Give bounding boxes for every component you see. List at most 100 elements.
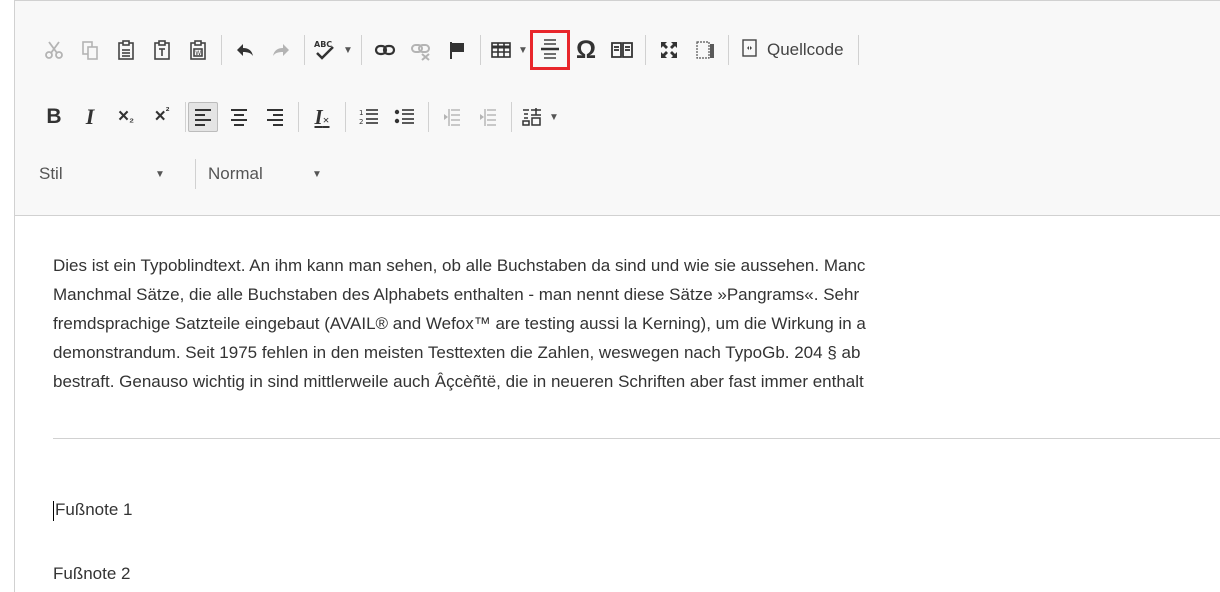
toolbar-separator [728,35,729,65]
align-left-button[interactable] [188,102,218,132]
svg-text:1: 1 [359,109,363,117]
body-text-line: demonstrandum. Seit 1975 fehlen in den m… [53,343,861,362]
outdent-icon [442,107,462,127]
remove-format-mark: × [322,112,330,127]
toolbar-separator [511,102,512,132]
toolbar-separator [645,35,646,65]
book-button[interactable] [607,35,637,65]
numbered-list-button[interactable]: 12 [354,102,384,132]
scissors-icon [43,39,65,61]
unlink-icon [410,39,432,61]
horizontal-line-icon [539,37,561,63]
paste-word-button[interactable]: W [183,35,213,65]
link-button[interactable] [370,35,400,65]
footnote-1-text: Fußnote 1 [55,500,133,519]
spellcheck-icon: ABC [313,38,337,62]
align-center-icon [229,107,249,127]
subscript-icon: ×₂ [118,106,134,128]
body-text-line: Manchmal Sätze, die alle Buchstaben des … [53,285,860,304]
source-code-icon [741,38,759,62]
footnote-2[interactable]: Fußnote 2 [53,564,131,584]
rich-text-editor: W ABC ▼ ▼ Ω Quellcode B I ×₂ ×² I× 1 2 ▼… [14,0,1220,592]
toolbar-row-styles: Stil ▼ Normal ▼ [39,155,348,193]
paste-icon [115,39,137,61]
source-code-label: Quellcode [767,40,844,59]
superscript-icon: ×² [155,106,170,128]
text-cursor [53,500,54,521]
undo-button[interactable] [230,35,260,65]
maximize-button[interactable] [654,35,684,65]
subscript-button[interactable]: ×₂ [111,102,141,132]
toolbar-separator [345,102,346,132]
chevron-down-icon: ▼ [549,111,559,123]
toolbar-separator [857,35,859,65]
anchor-button[interactable] [442,35,472,65]
source-code-button[interactable]: Quellcode [737,38,848,62]
style-dropdown-label: Stil [39,164,63,183]
paste-text-icon [151,39,173,61]
italic-label: I [85,104,95,129]
bulleted-list-button[interactable] [390,102,420,132]
bulleted-list-icon [394,107,416,127]
spellcheck-abc-text: ABC [314,40,332,49]
subscript-mark: ₂ [129,113,134,125]
redo-button[interactable] [266,35,296,65]
language-icon [521,106,543,128]
footnote-1[interactable]: Fußnote 1 [53,500,133,521]
chevron-down-icon: ▼ [312,168,322,180]
toolbar-separator [304,35,305,65]
svg-text:2: 2 [359,118,363,126]
indent-button[interactable] [473,102,503,132]
remove-format-icon: I× [314,105,329,130]
indent-icon [478,107,498,127]
cut-button[interactable] [39,35,69,65]
style-dropdown[interactable]: Stil ▼ [39,164,189,184]
numbered-list-icon: 12 [358,107,380,127]
body-text-line: Dies ist ein Typoblindtext. An ihm kann … [53,256,866,275]
spellcheck-button[interactable]: ABC ▼ [313,35,353,65]
special-char-button[interactable]: Ω [571,35,601,65]
omega-icon: Ω [575,35,597,64]
superscript-mark: ² [165,106,170,118]
toolbar-row-formatting: B I ×₂ ×² I× 1 2 ▼ [39,98,566,136]
chevron-down-icon: ▼ [155,168,165,180]
paste-text-button[interactable] [147,35,177,65]
table-button[interactable]: ▼ [489,35,529,65]
align-left-icon [193,107,213,127]
svg-text:W: W [195,50,201,57]
book-icon [610,39,634,61]
paste-word-icon: W [187,39,209,61]
horizontal-line-button[interactable] [530,30,570,70]
unlink-button[interactable] [406,35,436,65]
body-text-line: bestraft. Genauso wichtig in sind mittle… [53,372,864,391]
format-dropdown[interactable]: Normal ▼ [208,164,348,184]
toolbar-separator [185,102,186,132]
superscript-button[interactable]: ×² [147,102,177,132]
language-button[interactable]: ▼ [520,102,560,132]
toolbar-separator [298,102,299,132]
footnote-divider [53,438,1220,439]
copy-button[interactable] [75,35,105,65]
align-right-button[interactable] [260,102,290,132]
body-text-line: fremdsprachige Satzteile eingebaut (AVAI… [53,314,866,333]
bold-button[interactable]: B [39,102,69,132]
superscript-base: × [154,106,166,127]
toolbar-separator [361,35,362,65]
toolbar-separator [480,35,481,65]
toolbar-row-clipboard-insert: W ABC ▼ ▼ Ω Quellcode [39,30,867,70]
editor-toolbar: W ABC ▼ ▼ Ω Quellcode B I ×₂ ×² I× 1 2 ▼… [15,1,1220,216]
align-right-icon [265,107,285,127]
toolbar-separator [428,102,429,132]
paste-button[interactable] [111,35,141,65]
chevron-down-icon: ▼ [343,44,353,56]
outdent-button[interactable] [437,102,467,132]
editor-content[interactable]: Dies ist ein Typoblindtext. An ihm kann … [53,251,1220,396]
bold-label: B [46,105,62,128]
remove-format-button[interactable]: I× [307,102,337,132]
format-dropdown-label: Normal [208,164,263,183]
remove-format-letter: I [314,104,323,129]
align-center-button[interactable] [224,102,254,132]
redo-icon [270,39,292,61]
italic-button[interactable]: I [75,102,105,132]
show-blocks-button[interactable] [690,35,720,65]
